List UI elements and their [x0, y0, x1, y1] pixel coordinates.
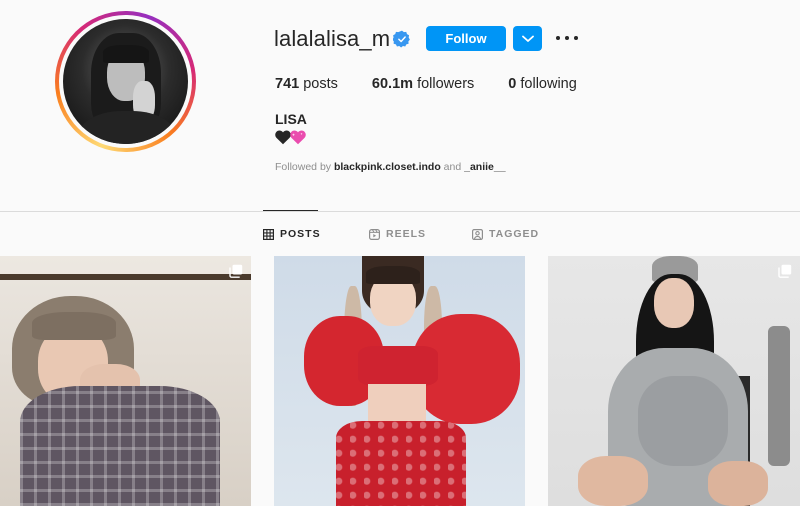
profile-avatar[interactable]	[55, 11, 196, 152]
post-thumbnail[interactable]	[0, 256, 251, 506]
reels-icon	[369, 228, 380, 240]
followed-by-line: Followed by blackpink.closet.indo and _a…	[275, 161, 506, 173]
grid-icon	[263, 228, 274, 240]
pink-heart-icon	[290, 130, 306, 145]
chevron-down-icon	[521, 35, 534, 42]
tab-posts-label: POSTS	[280, 228, 321, 240]
profile-full-name: LISA	[275, 111, 307, 127]
followers-count-label: followers	[417, 76, 475, 92]
follow-button[interactable]: Follow	[426, 26, 506, 51]
tab-reels[interactable]: REELS	[369, 228, 426, 240]
tab-reels-label: REELS	[386, 228, 427, 240]
following-count[interactable]: 0 following	[508, 76, 577, 92]
bio-emoji	[275, 130, 306, 146]
active-tab-indicator	[263, 210, 318, 211]
tagged-icon	[472, 228, 483, 240]
posts-count: 741 posts	[275, 76, 338, 92]
tabs-divider	[0, 211, 800, 212]
more-options-button[interactable]	[556, 29, 578, 47]
more-dot-icon	[565, 36, 569, 40]
suggested-accounts-dropdown-button[interactable]	[513, 26, 542, 51]
posts-count-value: 741	[275, 76, 300, 92]
multiple-photos-icon	[229, 264, 243, 278]
post-thumbnail[interactable]	[274, 256, 525, 506]
tab-tagged[interactable]: TAGGED	[472, 228, 539, 240]
black-heart-icon	[275, 130, 291, 145]
tab-tagged-label: TAGGED	[489, 228, 540, 240]
tab-posts[interactable]: POSTS	[263, 228, 321, 240]
followed-by-prefix: Followed by	[275, 161, 332, 173]
more-dot-icon	[556, 36, 560, 40]
post-thumbnail[interactable]	[548, 256, 800, 506]
followed-by-joiner: and	[443, 161, 462, 173]
profile-username: lalalalisa_m	[274, 26, 391, 51]
followed-by-account-link[interactable]: _aniie__	[464, 161, 505, 173]
more-dot-icon	[574, 36, 578, 40]
posts-count-label: posts	[303, 76, 338, 92]
followers-count-value: 60.1m	[371, 76, 414, 92]
following-count-value: 0	[508, 76, 517, 92]
followed-by-account-link[interactable]: blackpink.closet.indo	[334, 161, 441, 173]
following-count-label: following	[520, 76, 577, 92]
avatar-photo	[63, 19, 188, 144]
multiple-photos-icon	[778, 264, 792, 278]
avatar-ring-gap	[59, 15, 192, 148]
followers-count[interactable]: 60.1m followers	[372, 76, 474, 92]
profile-stats: 741 posts 60.1m followers 0 following	[275, 76, 611, 92]
verified-badge-icon	[393, 30, 410, 48]
